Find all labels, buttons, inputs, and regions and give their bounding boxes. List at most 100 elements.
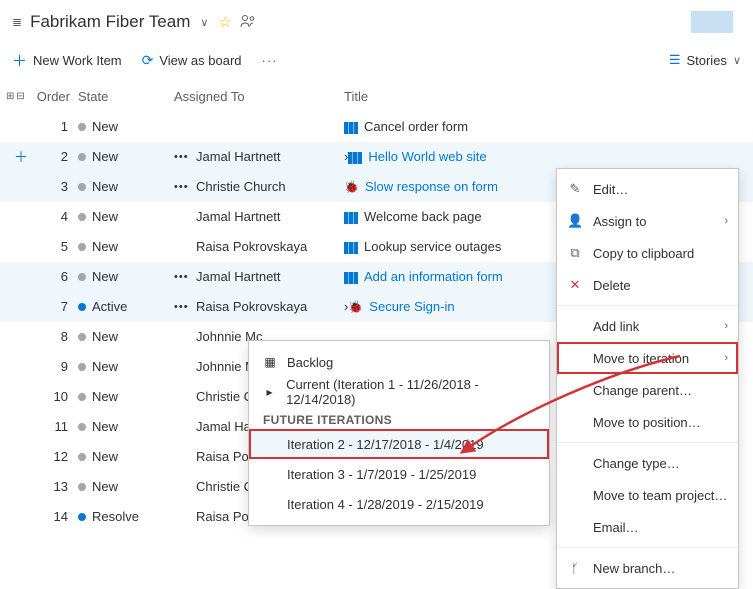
submenu-iteration-item[interactable]: Iteration 2 - 12/17/2018 - 1/4/2019	[249, 429, 549, 459]
menu-separator	[557, 547, 738, 548]
menu-label: Delete	[593, 278, 631, 293]
menu-icon: ✕	[567, 277, 583, 293]
row-assigned: Raisa Pokrovskaya	[196, 299, 344, 314]
state-dot-icon	[78, 303, 86, 311]
row-order: 11	[36, 419, 78, 434]
col-order[interactable]: Order	[36, 89, 78, 104]
row-state: Resolve	[78, 509, 174, 524]
context-menu-item[interactable]: ⧉ Copy to clipboard	[557, 237, 738, 269]
pbi-icon	[344, 212, 358, 224]
menu-label: Add link	[593, 319, 639, 334]
row-title-text[interactable]: Secure Sign-in	[369, 299, 454, 314]
stories-dropdown[interactable]: ☰ Stories ∨	[669, 52, 741, 68]
row-add-icon[interactable]: ＋	[6, 147, 36, 167]
chevron-down-icon[interactable]: ∨	[198, 16, 210, 29]
context-menu-item[interactable]: Change parent…	[557, 374, 738, 406]
bug-icon: 🐞	[348, 300, 363, 314]
row-assigned: Raisa Pokrovskaya	[196, 239, 344, 254]
row-state: New	[78, 239, 174, 254]
row-title-text[interactable]: Add an information form	[364, 269, 503, 284]
submenu-item-label: Iteration 3 - 1/7/2019 - 1/25/2019	[263, 467, 476, 482]
expand-all-icon[interactable]: ⊞	[6, 91, 14, 102]
submenu-current-label: Current (Iteration 1 - 11/26/2018 - 12/1…	[286, 377, 535, 407]
chevron-right-icon: ›	[724, 215, 728, 227]
state-dot-icon	[78, 243, 86, 251]
pbi-icon	[344, 272, 358, 284]
menu-label: Copy to clipboard	[593, 246, 694, 261]
row-actions-button[interactable]: •••	[174, 301, 196, 313]
row-actions-button[interactable]: •••	[174, 271, 196, 283]
row-order: 10	[36, 389, 78, 404]
row-assigned: Christie Church	[196, 179, 344, 194]
state-dot-icon	[78, 273, 86, 281]
submenu-heading: FUTURE ITERATIONS	[249, 407, 549, 429]
caret-right-icon: ▸	[263, 385, 276, 399]
submenu-backlog[interactable]: ▦ Backlog	[249, 347, 549, 377]
submenu-current[interactable]: ▸ Current (Iteration 1 - 11/26/2018 - 12…	[249, 377, 549, 407]
context-menu-item[interactable]: Change type…	[557, 447, 738, 479]
submenu-iteration-item[interactable]: Iteration 3 - 1/7/2019 - 1/25/2019	[249, 459, 549, 489]
pbi-icon	[344, 122, 358, 134]
table-header: ⊞ ⊟ Order State Assigned To Title	[0, 82, 753, 112]
row-title[interactable]: ›Hello World web site	[344, 149, 753, 164]
submenu-backlog-label: Backlog	[287, 355, 333, 370]
row-actions-button[interactable]: •••	[174, 181, 196, 193]
col-title[interactable]: Title	[344, 89, 753, 104]
row-title-text[interactable]: Hello World web site	[368, 149, 486, 164]
row-state: Active	[78, 299, 174, 314]
row-actions-button[interactable]: •••	[174, 151, 196, 163]
context-menu-item[interactable]: Move to iteration›	[557, 342, 738, 374]
menu-label: Assign to	[593, 214, 646, 229]
submenu-iteration-item[interactable]: Iteration 4 - 1/28/2019 - 2/15/2019	[249, 489, 549, 519]
row-state: New	[78, 269, 174, 284]
state-dot-icon	[78, 393, 86, 401]
col-assigned[interactable]: Assigned To	[174, 89, 344, 104]
context-menu-item[interactable]: ᚶNew branch…	[557, 552, 738, 584]
row-order: 5	[36, 239, 78, 254]
menu-label: Change parent…	[593, 383, 692, 398]
expand-collapse-controls[interactable]: ⊞ ⊟	[6, 91, 36, 102]
row-order: 9	[36, 359, 78, 374]
submenu-item-label: Iteration 2 - 12/17/2018 - 1/4/2019	[263, 437, 484, 452]
view-as-board-label: View as board	[159, 53, 241, 68]
context-menu-item[interactable]: Email…	[557, 511, 738, 543]
collapse-all-icon[interactable]: ⊟	[16, 91, 24, 102]
chevron-right-icon: ›	[724, 352, 728, 364]
row-title[interactable]: Cancel order form	[344, 119, 753, 134]
chevron-right-icon: ›	[724, 320, 728, 332]
row-title-text: Lookup service outages	[364, 239, 501, 254]
menu-icon: 👤	[567, 213, 583, 229]
menu-icon: ✎	[567, 181, 583, 197]
team-title[interactable]: Fabrikam Fiber Team	[30, 12, 190, 32]
menu-icon: ⧉	[567, 245, 583, 261]
people-icon[interactable]	[240, 14, 256, 31]
row-title-text: Welcome back page	[364, 209, 482, 224]
row-state: New	[78, 119, 174, 134]
context-menu-item[interactable]: Move to position…	[557, 406, 738, 438]
menu-icon: ᚶ	[567, 561, 583, 576]
star-icon[interactable]: ☆	[218, 13, 231, 31]
header-selection-box	[691, 11, 733, 33]
context-menu-item[interactable]: ✎Edit…	[557, 173, 738, 205]
table-row[interactable]: 1NewCancel order form	[0, 112, 753, 142]
context-menu: ✎Edit… 👤 Assign to › ⧉ Copy to clipboard ✕ Dele…	[556, 168, 739, 589]
stories-label: Stories	[686, 53, 726, 68]
stories-icon: ☰	[669, 52, 681, 68]
context-menu-item[interactable]: 👤 Assign to ›	[557, 205, 738, 237]
ellipsis-icon: ···	[262, 53, 278, 68]
context-menu-item[interactable]: Add link ›	[557, 310, 738, 342]
row-order: 12	[36, 449, 78, 464]
context-menu-item[interactable]: Move to team project…	[557, 479, 738, 511]
row-order: 2	[36, 149, 78, 164]
view-as-board-button[interactable]: ⟳ View as board	[142, 52, 242, 69]
more-actions-button[interactable]: ···	[262, 53, 278, 68]
row-order: 6	[36, 269, 78, 284]
plus-icon: ＋	[12, 50, 27, 71]
context-menu-item[interactable]: ✕ Delete	[557, 269, 738, 301]
col-state[interactable]: State	[78, 89, 174, 104]
row-title-text[interactable]: Slow response on form	[365, 179, 498, 194]
header: ≣ Fabrikam Fiber Team ∨ ☆	[0, 0, 753, 44]
board-icon: ⟳	[142, 52, 154, 69]
new-work-item-button[interactable]: ＋ New Work Item	[12, 50, 122, 71]
menu-separator	[557, 442, 738, 443]
